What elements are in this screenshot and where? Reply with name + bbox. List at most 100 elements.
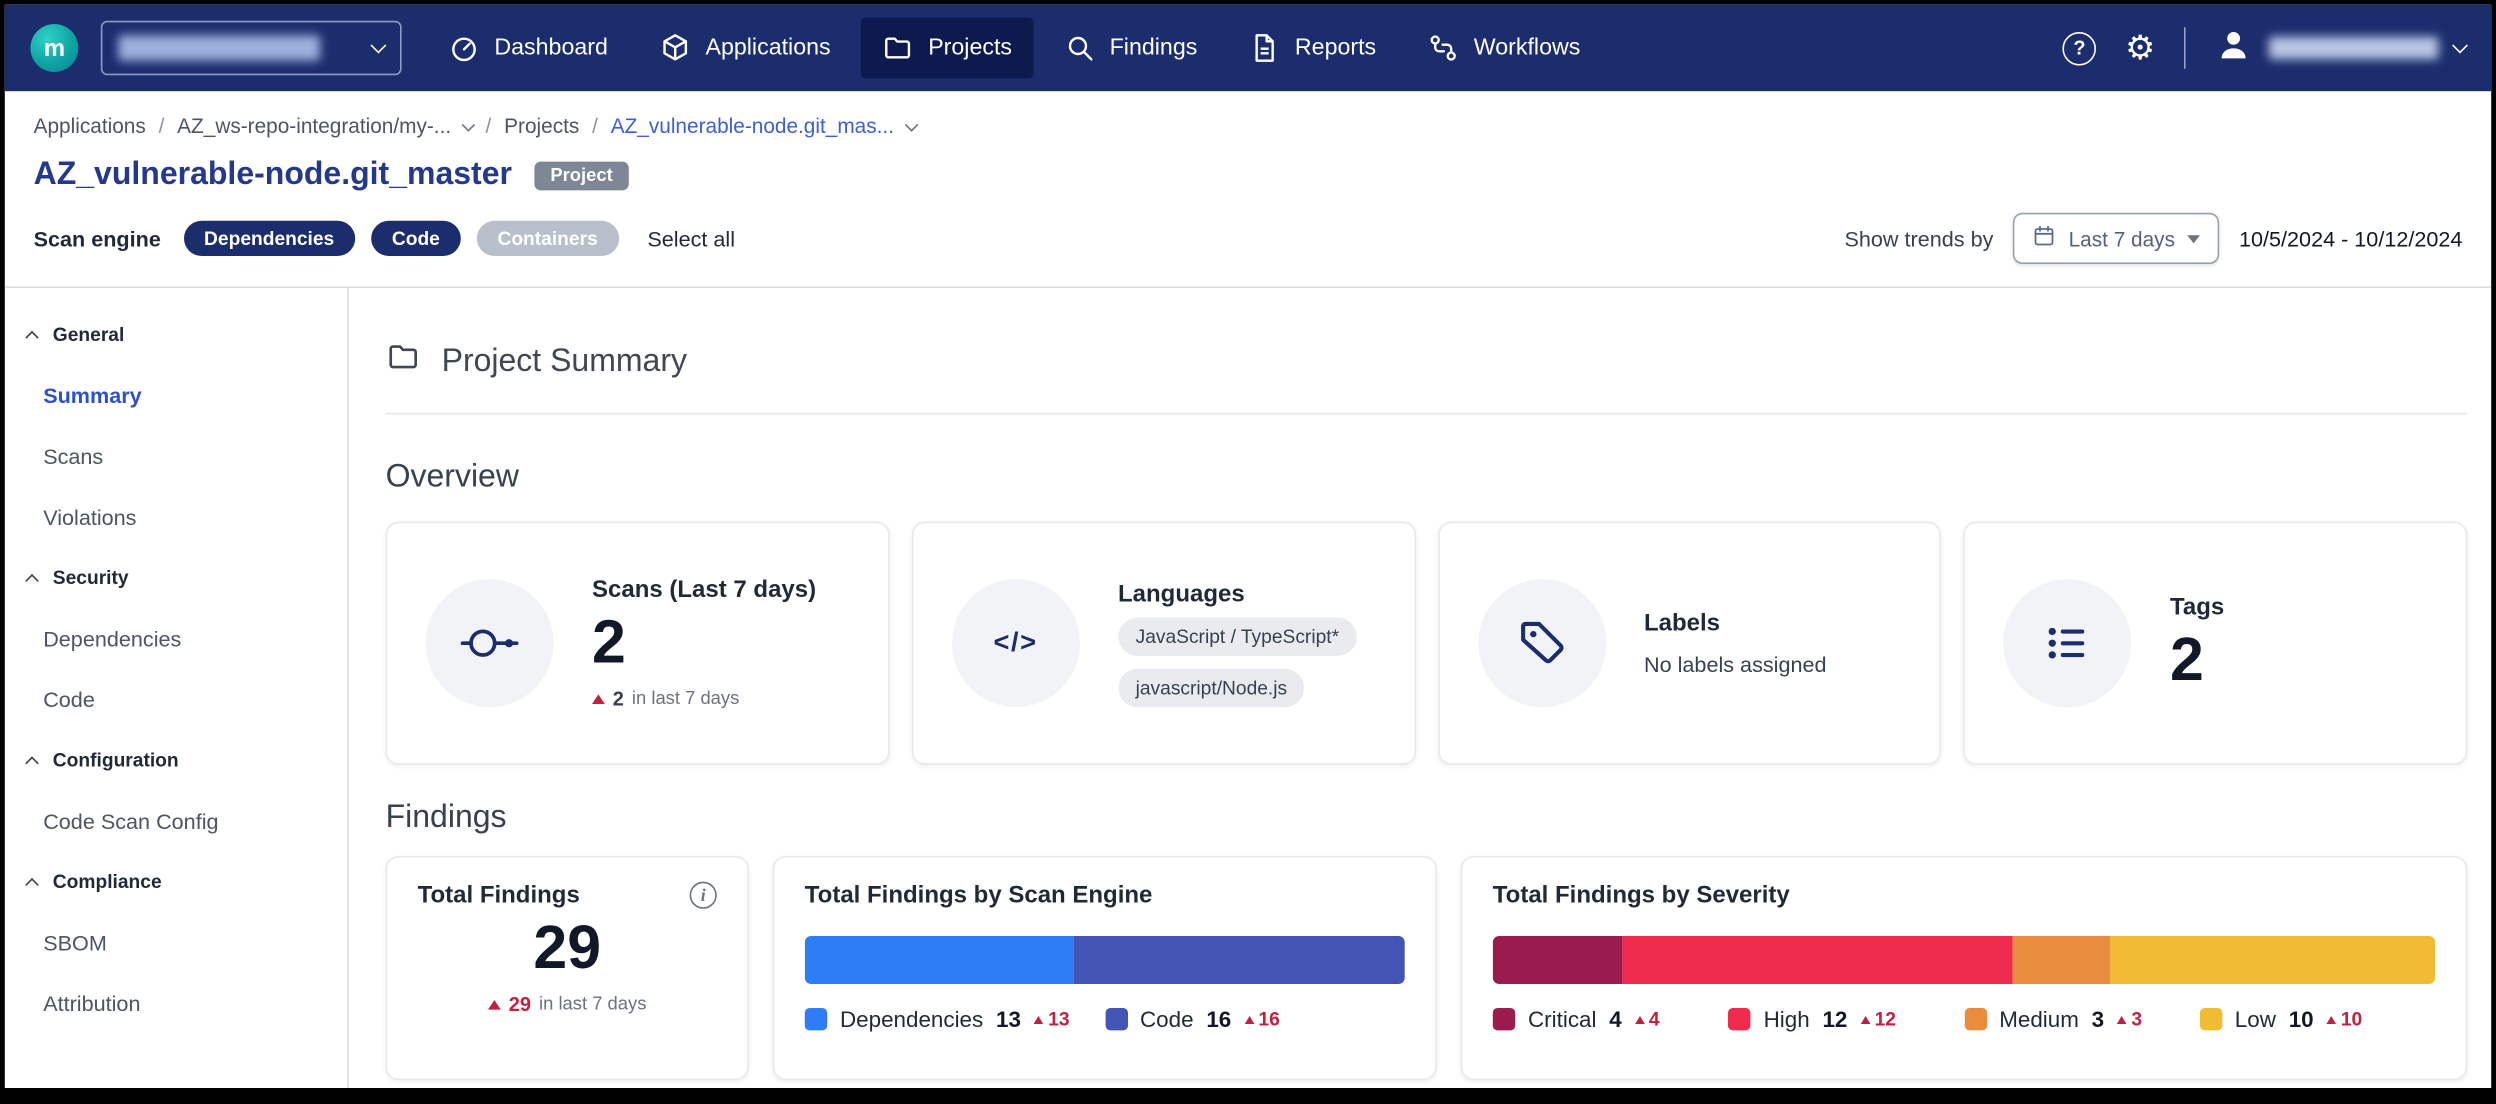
total-findings-value: 29 (418, 918, 717, 982)
nav-item-label: Projects (928, 35, 1012, 61)
trends-controls: Show trends by Last 7 days 10/5/2024 - 1… (1845, 213, 2463, 264)
trend-up-icon (2326, 1015, 2336, 1023)
legend-trend-value: 10 (2341, 1008, 2362, 1030)
languages-card: </> Languages JavaScript / TypeScript* j… (912, 522, 1416, 765)
chevron-up-icon (25, 756, 39, 770)
sidebar-section-label: General (53, 323, 125, 345)
severity-bar-segment-low (2110, 936, 2435, 984)
legend-swatch (805, 1008, 827, 1030)
nav-item-dashboard[interactable]: Dashboard (427, 18, 629, 79)
select-all-link[interactable]: Select all (647, 226, 735, 250)
scans-card-title: Scans (Last 7 days) (592, 576, 816, 603)
legend-trend: 10 (2326, 1008, 2362, 1030)
nav-item-applications[interactable]: Applications (638, 18, 851, 79)
legend-item-high: High 12 12 (1728, 1006, 1964, 1032)
trend-period-dropdown[interactable]: Last 7 days (2013, 213, 2220, 264)
legend-swatch (2200, 1008, 2222, 1030)
chevron-down-icon (2452, 38, 2468, 54)
legend-label: Dependencies (840, 1006, 983, 1032)
sidebar-item-code[interactable]: Code (5, 669, 347, 730)
trend-up-icon (488, 1000, 501, 1010)
legend-item-dependencies: Dependencies 13 13 (805, 1006, 1105, 1032)
primary-nav: Dashboard Applications Projects Findings (427, 18, 1601, 79)
breadcrumb-project-name[interactable]: AZ_vulnerable-node.git_mas... (611, 114, 894, 138)
page-body: General Summary Scans Violations Securit… (5, 288, 2491, 1088)
severity-stacked-bar (1493, 936, 2435, 984)
workflow-icon (1427, 32, 1459, 64)
sidebar-item-code-scan-config[interactable]: Code Scan Config (5, 790, 347, 851)
sidebar-section-label: Configuration (53, 749, 179, 771)
sidebar-section-general[interactable]: General (5, 304, 347, 365)
engine-bar-segment-dependencies (805, 936, 1074, 984)
engine-pill-containers[interactable]: Containers (477, 221, 619, 256)
sidebar-item-sbom[interactable]: SBOM (5, 912, 347, 973)
legend-value: 4 (1609, 1006, 1621, 1032)
legend-trend: 16 (1244, 1008, 1280, 1030)
applications-icon (659, 32, 691, 64)
findings-by-engine-card: Total Findings by Scan Engine Dependenci… (773, 856, 1437, 1080)
trend-up-icon (592, 694, 605, 704)
legend-trend-value: 4 (1649, 1008, 1660, 1030)
legend-label: Low (2235, 1006, 2276, 1032)
sidebar-section-configuration[interactable]: Configuration (5, 730, 347, 791)
legend-trend-value: 16 (1258, 1008, 1279, 1030)
sidebar-item-scans[interactable]: Scans (5, 426, 347, 487)
engine-pill-code[interactable]: Code (371, 221, 461, 256)
project-summary-header: Project Summary (386, 339, 2468, 384)
info-icon[interactable]: i (690, 882, 717, 909)
section-divider (386, 413, 2468, 415)
sidebar: General Summary Scans Violations Securit… (5, 288, 349, 1088)
findings-heading: Findings (386, 800, 2468, 837)
gear-icon[interactable]: ⚙ (2125, 31, 2155, 65)
breadcrumb-projects[interactable]: Projects (504, 114, 579, 138)
engine-legend: Dependencies 13 13 Code 16 (805, 1006, 1405, 1032)
severity-bar-segment-medium (2013, 936, 2110, 984)
project-summary-title: Project Summary (442, 343, 687, 380)
sidebar-section-compliance[interactable]: Compliance (5, 851, 347, 912)
total-findings-trend: 29 in last 7 days (418, 993, 717, 1015)
legend-value: 13 (996, 1006, 1021, 1032)
org-selector[interactable] (101, 21, 402, 75)
trend-up-icon (2117, 1015, 2127, 1023)
language-chips: JavaScript / TypeScript* javascript/Node… (1118, 617, 1357, 707)
nav-item-findings[interactable]: Findings (1042, 18, 1218, 79)
title-row: AZ_vulnerable-node.git_master Project (5, 147, 2491, 197)
sidebar-item-violations[interactable]: Violations (5, 486, 347, 547)
language-chip: javascript/Node.js (1118, 668, 1305, 706)
language-chip: JavaScript / TypeScript* (1118, 617, 1357, 655)
trend-up-icon (1860, 1015, 1870, 1023)
sidebar-item-summary[interactable]: Summary (5, 365, 347, 426)
user-menu[interactable] (2214, 25, 2465, 71)
help-icon[interactable]: ? (2063, 31, 2097, 65)
nav-item-reports[interactable]: Reports (1228, 18, 1397, 79)
legend-label: Code (1140, 1006, 1194, 1032)
scans-trend-value: 2 (613, 688, 624, 710)
total-findings-card: Total Findings i 29 29 in last 7 days (386, 856, 749, 1080)
tags-count: 2 (2170, 630, 2224, 694)
label-tag-icon (1478, 579, 1606, 707)
findings-cards: Total Findings i 29 29 in last 7 days To… (386, 856, 2468, 1080)
sidebar-item-attribution[interactable]: Attribution (5, 973, 347, 1034)
breadcrumb-applications[interactable]: Applications (34, 114, 146, 138)
chevron-down-icon[interactable] (462, 118, 474, 130)
labels-empty-text: No labels assigned (1644, 653, 1827, 677)
org-selector-redacted (118, 35, 320, 61)
sidebar-section-label: Security (53, 566, 129, 588)
languages-card-title: Languages (1118, 580, 1357, 607)
nav-item-label: Workflows (1474, 35, 1581, 61)
engine-pill-dependencies[interactable]: Dependencies (183, 221, 355, 256)
scan-engine-bar: Scan engine Dependencies Code Containers… (5, 197, 2491, 288)
folder-icon (882, 32, 914, 64)
chevron-up-icon (25, 573, 39, 587)
tags-list-icon (2004, 579, 2132, 707)
sidebar-section-security[interactable]: Security (5, 547, 347, 608)
legend-value: 12 (1822, 1006, 1847, 1032)
nav-item-workflows[interactable]: Workflows (1407, 18, 1602, 79)
breadcrumb-application-name[interactable]: AZ_ws-repo-integration/my-... (177, 114, 451, 138)
tags-card-title: Tags (2170, 593, 2224, 620)
tags-card-body: Tags 2 (2170, 593, 2224, 694)
sidebar-item-dependencies[interactable]: Dependencies (5, 608, 347, 669)
nav-item-projects[interactable]: Projects (861, 18, 1033, 79)
chevron-down-icon[interactable] (905, 118, 917, 130)
overview-heading: Overview (386, 459, 2468, 496)
